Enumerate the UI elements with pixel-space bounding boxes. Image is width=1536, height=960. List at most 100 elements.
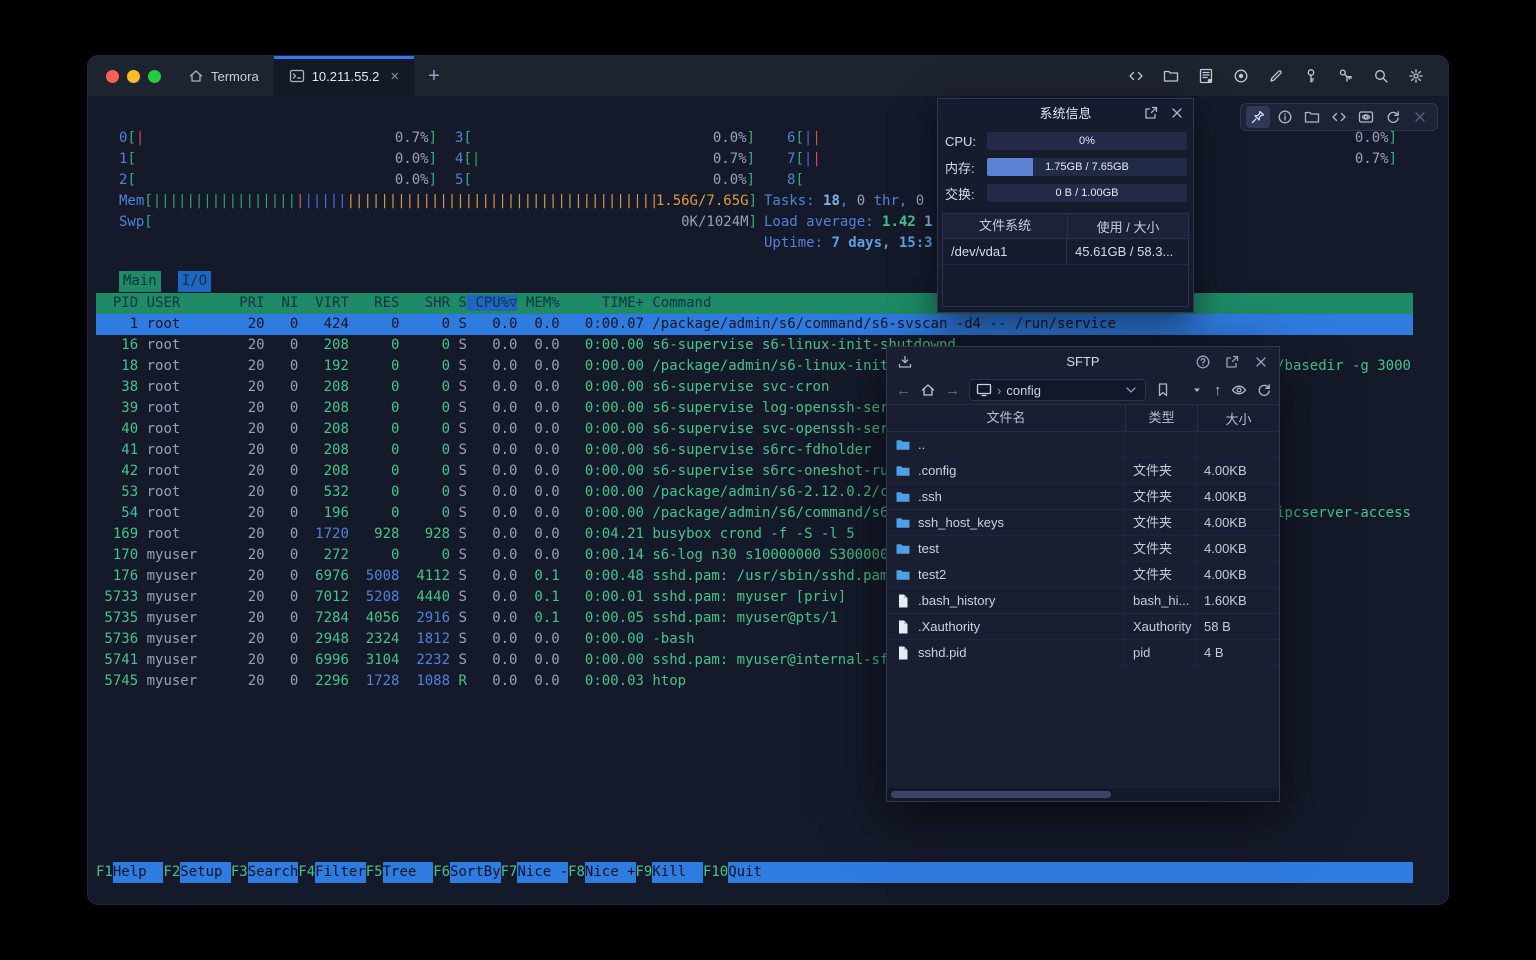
cell-cmd: -bash <box>644 631 695 647</box>
file-row[interactable]: .bash_historybash_hi...1.60KB <box>887 588 1279 614</box>
file-row[interactable]: .ssh文件夹4.00KB <box>887 484 1279 510</box>
fkey-f8[interactable]: F8 <box>568 862 585 883</box>
close-window-button[interactable] <box>106 70 119 83</box>
fkey-label-sortby[interactable]: SortBy <box>450 862 501 883</box>
zoom-window-button[interactable] <box>148 70 161 83</box>
back-button[interactable]: ← <box>896 382 911 399</box>
file-row[interactable]: ssh_host_keys文件夹4.00KB <box>887 510 1279 536</box>
htop-tab-main[interactable]: Main <box>119 271 161 292</box>
preview-icon[interactable] <box>1354 106 1378 128</box>
column-time[interactable]: TIME+ <box>560 295 644 311</box>
new-tab-button[interactable]: + <box>414 56 454 96</box>
fkey-label-quit[interactable]: Quit <box>728 862 779 883</box>
bookmark-dropdown-icon[interactable] <box>1189 382 1205 398</box>
file-icon <box>895 645 911 661</box>
fkey-f1[interactable]: F1 <box>96 862 113 883</box>
fkey-f10[interactable]: F10 <box>703 862 728 883</box>
fkey-label-kill[interactable]: Kill <box>652 862 703 883</box>
tick-blue: ||||| <box>304 193 346 209</box>
edit-icon[interactable] <box>1268 68 1284 84</box>
sftp-toolbar: ← → › config ↑ <box>887 376 1279 404</box>
fkey-f3[interactable]: F3 <box>231 862 248 883</box>
file-row[interactable]: .. <box>887 432 1279 458</box>
fkey-label-setup[interactable]: Setup <box>180 862 231 883</box>
htop-tab-io[interactable]: I/O <box>178 271 211 292</box>
chevron-down-icon[interactable] <box>1123 382 1139 398</box>
file-row[interactable]: test2文件夹4.00KB <box>887 562 1279 588</box>
column-res[interactable]: RES <box>349 295 400 311</box>
scrollbar-thumb[interactable] <box>891 791 1111 798</box>
fkey-f9[interactable]: F9 <box>636 862 653 883</box>
open-in-window-icon[interactable] <box>1143 105 1159 121</box>
close-icon[interactable] <box>1169 105 1185 121</box>
transfers-icon[interactable] <box>897 354 913 370</box>
folder-icon[interactable] <box>1300 106 1324 128</box>
column-virt[interactable]: VIRT <box>298 295 349 311</box>
close-icon[interactable] <box>1253 354 1269 370</box>
code-icon[interactable] <box>1327 106 1351 128</box>
meter-bracket: [ <box>463 170 471 191</box>
filesystem-row[interactable]: /dev/vda1 45.61GB / 58.3... <box>943 239 1188 265</box>
forward-button[interactable]: → <box>945 382 960 399</box>
fkey-f4[interactable]: F4 <box>298 862 315 883</box>
bookmark-button[interactable] <box>1155 382 1171 398</box>
minimize-window-button[interactable] <box>127 70 140 83</box>
column-type[interactable]: 类型 <box>1126 405 1198 431</box>
column-pid[interactable]: PID <box>96 295 138 311</box>
close-icon[interactable] <box>1408 106 1432 128</box>
fkey-label-search[interactable]: Search <box>248 862 299 883</box>
close-tab-icon[interactable]: × <box>390 68 399 85</box>
show-hidden-eye-icon[interactable] <box>1231 382 1247 398</box>
record-icon[interactable] <box>1233 68 1249 84</box>
column-user[interactable]: USER <box>138 295 231 311</box>
refresh-icon[interactable] <box>1381 106 1405 128</box>
process-row[interactable]: 1 root 20 0 424 0 0 S 0.0 0.0 0:00.07 /p… <box>96 314 1413 335</box>
search-icon[interactable] <box>1373 68 1389 84</box>
fkey-label-nice-[interactable]: Nice - <box>517 862 568 883</box>
cell-ni: 0 <box>265 316 299 332</box>
fkey-label-tree[interactable]: Tree <box>383 862 434 883</box>
home-button[interactable] <box>920 382 936 398</box>
log-icon[interactable] <box>1198 68 1214 84</box>
tab-termora[interactable]: Termora <box>173 56 274 96</box>
file-row[interactable]: .config文件夹4.00KB <box>887 458 1279 484</box>
pin-icon[interactable] <box>1246 106 1270 128</box>
fkey-f6[interactable]: F6 <box>433 862 450 883</box>
cell-res: 0 <box>349 547 400 563</box>
column-cpu[interactable]: CPU%▽ <box>467 295 518 311</box>
help-icon[interactable] <box>1195 354 1211 370</box>
column-pri[interactable]: PRI <box>231 295 265 311</box>
file-row[interactable]: .XauthorityXauthority58 B <box>887 614 1279 640</box>
file-row[interactable]: sshd.pidpid4 B <box>887 640 1279 666</box>
fkey-label-help[interactable]: Help <box>113 862 164 883</box>
fkey-label-filter[interactable]: Filter <box>315 862 366 883</box>
open-in-window-icon[interactable] <box>1224 354 1240 370</box>
settings-icon[interactable] <box>1408 68 1424 84</box>
fkey-f5[interactable]: F5 <box>366 862 383 883</box>
column-size[interactable]: 大小 <box>1198 409 1279 428</box>
info-icon[interactable] <box>1273 106 1297 128</box>
file-icon <box>895 619 911 635</box>
up-directory-button[interactable]: ↑ <box>1214 382 1222 399</box>
cell-pid: 42 <box>96 463 138 479</box>
refresh-icon[interactable] <box>1256 382 1272 398</box>
tab-10-211-55-2[interactable]: 10.211.55.2× <box>274 56 414 96</box>
fkey-f7[interactable]: F7 <box>501 862 518 883</box>
code-icon[interactable] <box>1128 68 1144 84</box>
fkey-f2[interactable]: F2 <box>163 862 180 883</box>
key-icon[interactable] <box>1303 68 1319 84</box>
fkey-label-nice-[interactable]: Nice + <box>585 862 636 883</box>
file-row[interactable]: test文件夹4.00KB <box>887 536 1279 562</box>
column-ni[interactable]: NI <box>265 295 299 311</box>
column-cmd[interactable]: Command <box>644 295 711 311</box>
path-breadcrumb[interactable]: › config <box>969 379 1146 401</box>
folder-icon[interactable] <box>1163 68 1179 84</box>
column-mem[interactable]: MEM% <box>517 295 559 311</box>
column-s[interactable]: S <box>450 295 467 311</box>
cell-user: myuser <box>138 547 231 563</box>
process-table-header[interactable]: PID USER PRI NI VIRT RES SHR S CPU%▽ MEM… <box>96 293 1413 314</box>
meter-bracket: ] <box>749 212 757 233</box>
column-shr[interactable]: SHR <box>399 295 450 311</box>
column-filename[interactable]: 文件名 <box>887 405 1126 431</box>
keychain-icon[interactable] <box>1338 68 1354 84</box>
